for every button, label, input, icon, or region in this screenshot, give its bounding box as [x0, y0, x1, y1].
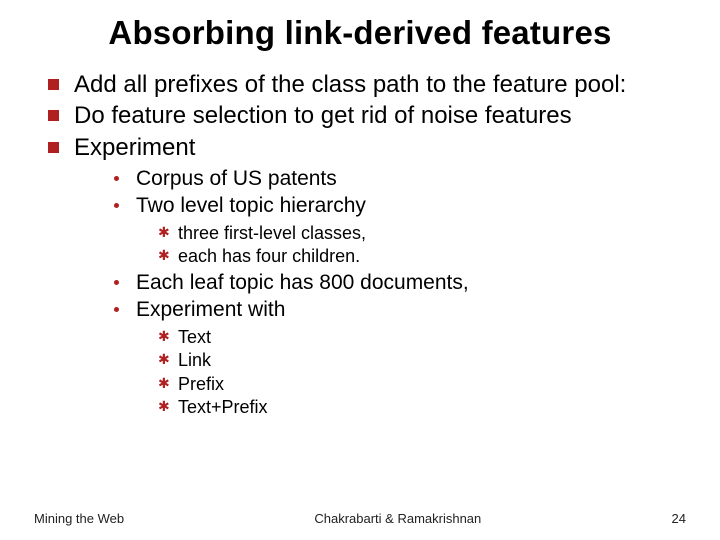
footer-page-number: 24 [672, 511, 686, 526]
bullet-l3-text: each has four children. [178, 246, 360, 266]
bullet-list-level1: Add all prefixes of the class path to th… [38, 70, 682, 420]
bullet-l2-item: Each leaf topic has 800 documents, [114, 270, 682, 297]
bullet-l2-item: Corpus of US patents [114, 166, 682, 193]
bullet-l1-text: Add all prefixes of the class path to th… [74, 71, 626, 98]
bullet-l3-text: Prefix [178, 374, 224, 394]
bullet-l3-item: each has four children. [158, 245, 682, 268]
footer-center: Chakrabarti & Ramakrishnan [124, 511, 671, 526]
bullet-l1-text: Do feature selection to get rid of noise… [74, 102, 572, 129]
bullet-l1-item: Do feature selection to get rid of noise… [46, 101, 682, 130]
bullet-l3-text: Text+Prefix [178, 397, 268, 417]
bullet-l2-text: Experiment with [136, 298, 285, 321]
footer-left: Mining the Web [34, 511, 124, 526]
bullet-l2-item: Two level topic hierarchy three first-le… [114, 193, 682, 269]
bullet-l3-text: three first-level classes, [178, 223, 366, 243]
slide-title: Absorbing link-derived features [38, 14, 682, 52]
bullet-l3-item: Prefix [158, 373, 682, 396]
bullet-list-level2: Corpus of US patents Two level topic hie… [74, 166, 682, 420]
bullet-l3-item: Text+Prefix [158, 396, 682, 419]
bullet-l1-item: Experiment Corpus of US patents Two leve… [46, 133, 682, 420]
bullet-l2-text: Each leaf topic has 800 documents, [136, 271, 469, 294]
slide: Absorbing link-derived features Add all … [0, 0, 720, 540]
bullet-l1-item: Add all prefixes of the class path to th… [46, 70, 682, 99]
bullet-l3-item: Text [158, 326, 682, 349]
bullet-list-level3: three first-level classes, each has four… [136, 222, 682, 269]
bullet-l3-item: Link [158, 349, 682, 372]
bullet-l2-item: Experiment with Text Link Prefix Text+Pr… [114, 297, 682, 419]
bullet-l3-text: Text [178, 327, 211, 347]
bullet-l2-text: Two level topic hierarchy [136, 194, 366, 217]
bullet-l1-text: Experiment [74, 134, 195, 161]
slide-footer: Mining the Web Chakrabarti & Ramakrishna… [0, 511, 720, 526]
bullet-l3-text: Link [178, 350, 211, 370]
bullet-l2-text: Corpus of US patents [136, 167, 337, 190]
bullet-list-level3: Text Link Prefix Text+Prefix [136, 326, 682, 420]
bullet-l3-item: three first-level classes, [158, 222, 682, 245]
